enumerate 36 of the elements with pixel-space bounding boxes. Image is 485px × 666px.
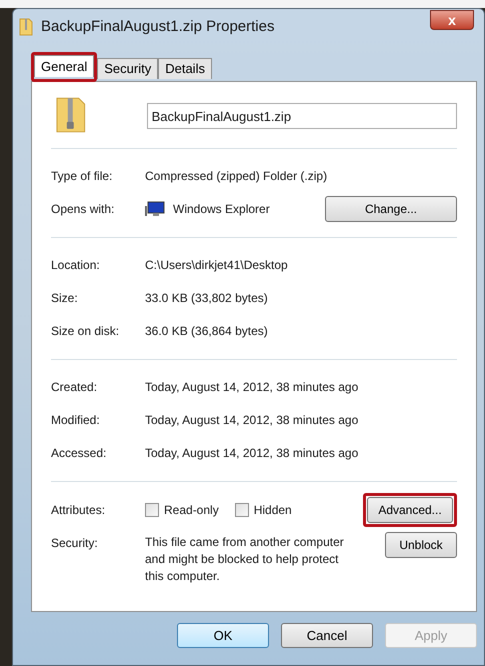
field-value: 36.0 KB (36,864 bytes) [145, 322, 268, 340]
checkbox[interactable] [234, 503, 249, 517]
field-value: Windows Explorer [173, 200, 271, 218]
field-value: 33.0 KB (33,802 bytes) [145, 290, 268, 306]
field-label: Location: [51, 256, 101, 274]
field-label: Modified: [51, 412, 101, 428]
advanced-button[interactable]: Advanced... [367, 497, 453, 523]
field-label: Attributes: [51, 502, 106, 519]
zip-folder-icon [19, 18, 33, 36]
window-title: BackupFinalAugust1.zip Properties [41, 16, 276, 37]
field-value: Today, August 14, 2012, 38 minutes ago [145, 444, 358, 462]
field-label: Security: [51, 535, 99, 552]
field-value: Today, August 14, 2012, 38 minutes ago [145, 412, 358, 428]
monitor-icon [145, 200, 165, 218]
field-label: Created: [51, 378, 98, 396]
field-label: Size on disk: [51, 322, 120, 340]
security-message: This file came from another computer and might be blocked to help protect this computer. [145, 534, 345, 585]
dialog-button[interactable]: Cancel [281, 623, 373, 648]
field-value: Compressed (zipped) Folder (.zip) [145, 168, 328, 184]
field-label: Accessed: [51, 444, 108, 462]
checkbox[interactable] [145, 503, 159, 517]
checkbox-label: Hidden [254, 502, 292, 519]
close-button[interactable]: x [430, 10, 474, 30]
change-button[interactable]: Change... [325, 196, 457, 222]
field-label: Size: [51, 290, 79, 306]
field-label: Opens with: [51, 200, 116, 218]
checkbox-label: Read-only [164, 502, 219, 519]
tab[interactable]: Details [158, 58, 212, 79]
unblock-button[interactable]: Unblock [385, 532, 457, 558]
file-name-field[interactable]: BackupFinalAugust1.zip [146, 103, 457, 129]
tab[interactable]: General [34, 55, 94, 78]
field-value: C:\Users\dirkjet41\Desktop [145, 256, 288, 274]
dialog-button[interactable]: OK [177, 623, 269, 648]
tab[interactable]: Security [97, 58, 158, 79]
field-value: Today, August 14, 2012, 38 minutes ago [145, 378, 358, 396]
field-label: Type of file: [51, 168, 114, 184]
